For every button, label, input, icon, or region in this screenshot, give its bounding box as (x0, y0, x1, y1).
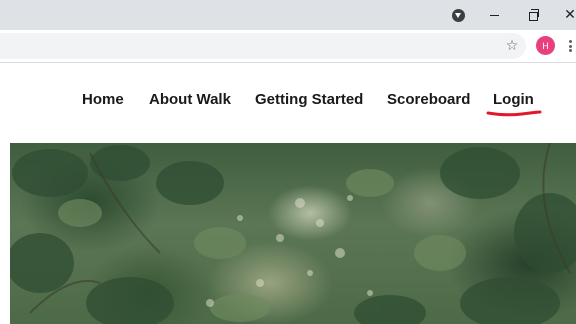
minimize-button[interactable] (482, 0, 506, 30)
profile-dropdown-icon (451, 8, 465, 22)
nav-about-walk[interactable]: About Walk (149, 91, 231, 108)
nav-home[interactable]: Home (82, 91, 124, 108)
avatar[interactable]: H (536, 36, 555, 55)
close-button[interactable]: ✕ (560, 0, 576, 30)
browser-toolbar: ☆ H (0, 30, 576, 63)
menu-icon[interactable] (569, 40, 573, 52)
restore-button[interactable] (521, 0, 545, 30)
foliage-image (10, 143, 576, 324)
address-bar[interactable]: ☆ (0, 33, 526, 59)
minimize-icon (489, 14, 499, 16)
avatar-initial: H (542, 40, 549, 51)
profile-dropdown-button[interactable] (446, 0, 470, 30)
site-header: Home About Walk Getting Started Scoreboa… (0, 63, 576, 143)
nav-login[interactable]: Login (493, 91, 534, 108)
star-icon[interactable]: ☆ (502, 33, 522, 59)
nav-scoreboard[interactable]: Scoreboard (387, 91, 470, 108)
restore-icon (528, 8, 539, 21)
hero-image (10, 143, 576, 324)
close-icon: ✕ (564, 7, 576, 23)
nav-getting-started[interactable]: Getting Started (255, 91, 363, 108)
login-underline-annotation (486, 110, 542, 117)
browser-titlebar: ✕ (0, 0, 576, 30)
